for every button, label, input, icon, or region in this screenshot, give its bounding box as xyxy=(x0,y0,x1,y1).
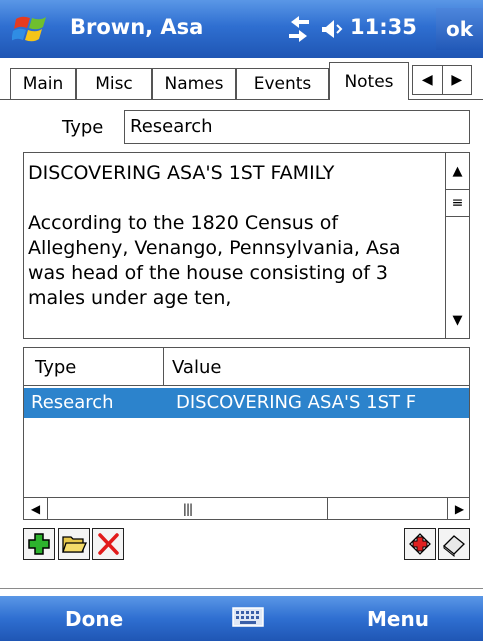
clock[interactable]: 11:35 xyxy=(350,15,417,39)
row-type-cell: Research xyxy=(31,392,114,413)
connectivity-icon[interactable] xyxy=(285,16,313,42)
list-header: Type Value xyxy=(24,348,469,386)
ok-button[interactable]: ok xyxy=(436,8,483,50)
tab-names[interactable]: Names xyxy=(152,68,236,99)
tab-misc[interactable]: Misc xyxy=(76,68,152,99)
type-field[interactable]: Research xyxy=(124,110,470,144)
menu-softkey[interactable]: Menu xyxy=(367,607,429,631)
list-row[interactable]: Research DISCOVERING ASA'S 1ST F xyxy=(24,388,469,418)
add-record-icon xyxy=(409,533,431,555)
notes-scrollbar[interactable]: ▲ ≡ ▼ xyxy=(445,153,469,338)
open-button[interactable] xyxy=(58,528,90,560)
done-softkey[interactable]: Done xyxy=(65,607,123,631)
notes-textarea[interactable]: DISCOVERING ASA'S 1ST FAMILY According t… xyxy=(23,152,470,339)
scroll-right-icon[interactable]: ▶ xyxy=(447,498,469,519)
scroll-left-icon[interactable]: ◀ xyxy=(24,498,48,519)
keyboard-icon[interactable] xyxy=(232,606,264,628)
tab-events[interactable]: Events xyxy=(236,68,329,99)
column-header-type[interactable]: Type xyxy=(24,348,164,385)
add-record-button[interactable] xyxy=(404,528,436,560)
delete-button[interactable] xyxy=(92,528,124,560)
column-header-value[interactable]: Value xyxy=(164,348,469,385)
tab-notes[interactable]: Notes xyxy=(329,62,409,100)
delete-icon xyxy=(98,533,119,555)
tab-strip-border xyxy=(0,99,483,100)
scroll-up-icon[interactable]: ▲ xyxy=(446,153,469,189)
row-value-cell: DISCOVERING ASA'S 1ST F xyxy=(176,392,417,413)
type-label: Type xyxy=(62,117,104,138)
list-horizontal-scrollbar[interactable]: ◀ ||| ▶ xyxy=(24,497,469,519)
scroll-down-icon[interactable]: ▼ xyxy=(446,302,469,338)
erase-button[interactable] xyxy=(438,528,470,560)
scroll-thumb[interactable]: ||| xyxy=(48,498,328,519)
tab-scroll-control: ◀ ▶ xyxy=(412,65,472,95)
tab-scroll-left-icon[interactable]: ◀ xyxy=(413,66,442,94)
tab-scroll-right-icon[interactable]: ▶ xyxy=(441,66,472,94)
volume-icon[interactable] xyxy=(318,16,346,42)
notes-text[interactable]: DISCOVERING ASA'S 1ST FAMILY According t… xyxy=(28,161,440,311)
tab-main[interactable]: Main xyxy=(10,68,76,99)
add-icon xyxy=(28,533,50,555)
scroll-thumb[interactable]: ≡ xyxy=(446,189,469,217)
windows-flag-icon[interactable] xyxy=(12,12,54,46)
window-title: Brown, Asa xyxy=(70,15,204,39)
open-folder-icon xyxy=(62,536,87,553)
add-button[interactable] xyxy=(23,528,55,560)
notes-list[interactable]: Type Value Research DISCOVERING ASA'S 1S… xyxy=(23,347,470,520)
menubar-separator xyxy=(0,588,483,589)
eraser-icon xyxy=(443,535,465,557)
